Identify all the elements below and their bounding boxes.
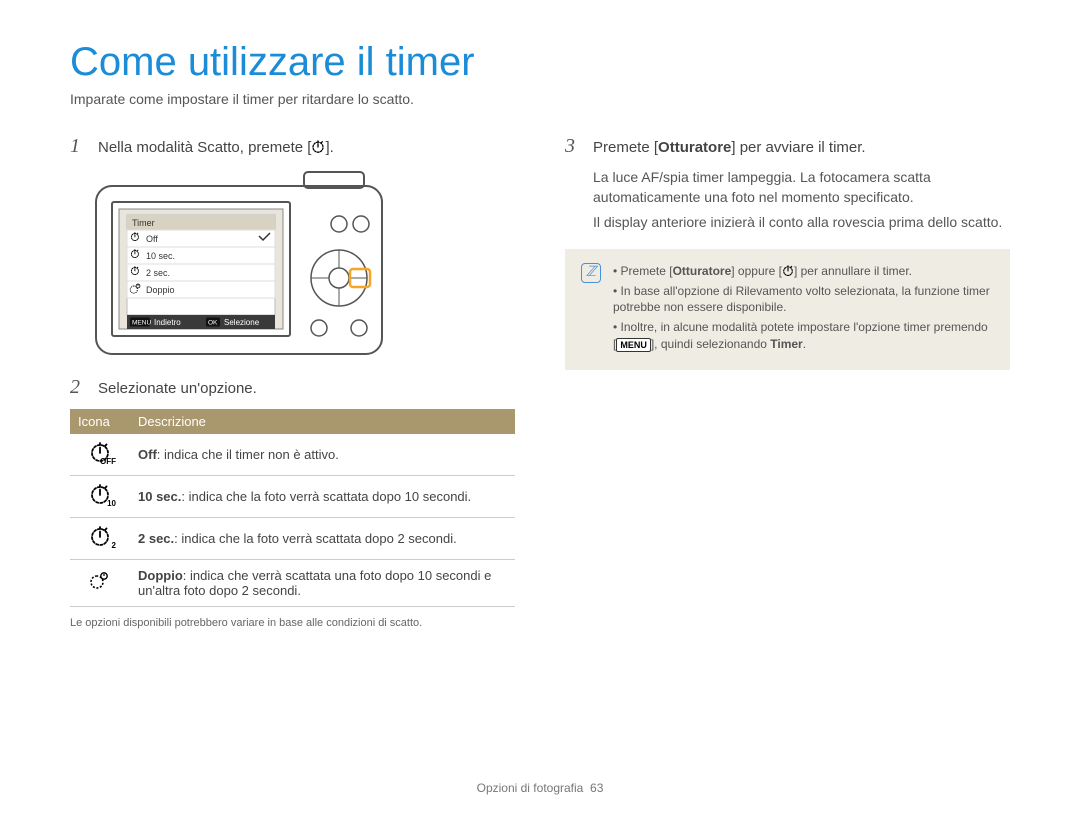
timer-doppio-icon [89,571,111,593]
info-item: In base all'opzione di Rilevamento volto… [613,283,994,315]
th-icon: Icona [70,409,130,434]
svg-text:2 sec.: 2 sec. [146,268,170,278]
step-number: 3 [565,135,583,158]
timer-icon [782,265,794,277]
paragraph: La luce AF/spia timer lampeggia. La foto… [593,168,1010,207]
info-box: ℤ Premete [Otturatore] oppure [] per ann… [565,249,1010,370]
page-subtitle: Imparate come impostare il timer per rit… [70,91,1010,107]
svg-text:Indietro: Indietro [154,318,181,327]
step-number: 2 [70,376,88,399]
step-text: Premete [Otturatore] per avviare il time… [593,137,1010,158]
cell-desc: Doppio: indica che verrà scattata una fo… [130,560,515,607]
info-item: Inoltre, in alcune modalità potete impos… [613,319,994,351]
table-row: OFF Off: indica che il timer non è attiv… [70,434,515,476]
page-title: Come utilizzare il timer [70,40,1010,85]
step-text: Nella modalità Scatto, premete []. [98,137,515,158]
timer-10-icon: 10 [89,484,111,506]
page-footer: Opzioni di fotografia 63 [0,781,1080,795]
th-desc: Descrizione [130,409,515,434]
svg-text:10 sec.: 10 sec. [146,251,175,261]
cell-desc: Off: indica che il timer non è attivo. [130,434,515,476]
left-column: 1 Nella modalità Scatto, premete []. Tim… [70,135,515,629]
step-2: 2 Selezionate un'opzione. [70,376,515,399]
svg-text:Doppio: Doppio [146,285,175,295]
paragraph: Il display anteriore inizierà il conto a… [593,213,1010,233]
cell-desc: 2 sec.: indica che la foto verrà scattat… [130,518,515,560]
step-number: 1 [70,135,88,158]
timer-icon [311,140,325,154]
camera-illustration: Timer Off 10 sec. 2 sec. Doppio [94,168,515,358]
options-table: Icona Descrizione OFF Off: indica che il… [70,409,515,607]
table-row: 2 2 sec.: indica che la foto verrà scatt… [70,518,515,560]
menu-key-icon: MENU [616,338,651,352]
info-icon: ℤ [581,263,601,283]
camera-menu-title: Timer [132,218,155,228]
svg-text:Off: Off [146,234,158,244]
step-text: Selezionate un'opzione. [98,378,515,399]
table-row: 10 10 sec.: indica che la foto verrà sca… [70,476,515,518]
svg-text:Selezione: Selezione [224,318,260,327]
timer-2-icon: 2 [89,526,111,548]
timer-off-icon: OFF [89,442,111,464]
svg-text:MENU: MENU [132,320,151,327]
right-column: 3 Premete [Otturatore] per avviare il ti… [565,135,1010,629]
step-1: 1 Nella modalità Scatto, premete []. [70,135,515,158]
table-footnote: Le opzioni disponibili potrebbero variar… [70,617,515,629]
step-3: 3 Premete [Otturatore] per avviare il ti… [565,135,1010,158]
svg-text:OK: OK [208,320,218,327]
cell-desc: 10 sec.: indica che la foto verrà scatta… [130,476,515,518]
table-row: Doppio: indica che verrà scattata una fo… [70,560,515,607]
info-item: Premete [Otturatore] oppure [] per annul… [613,263,994,279]
